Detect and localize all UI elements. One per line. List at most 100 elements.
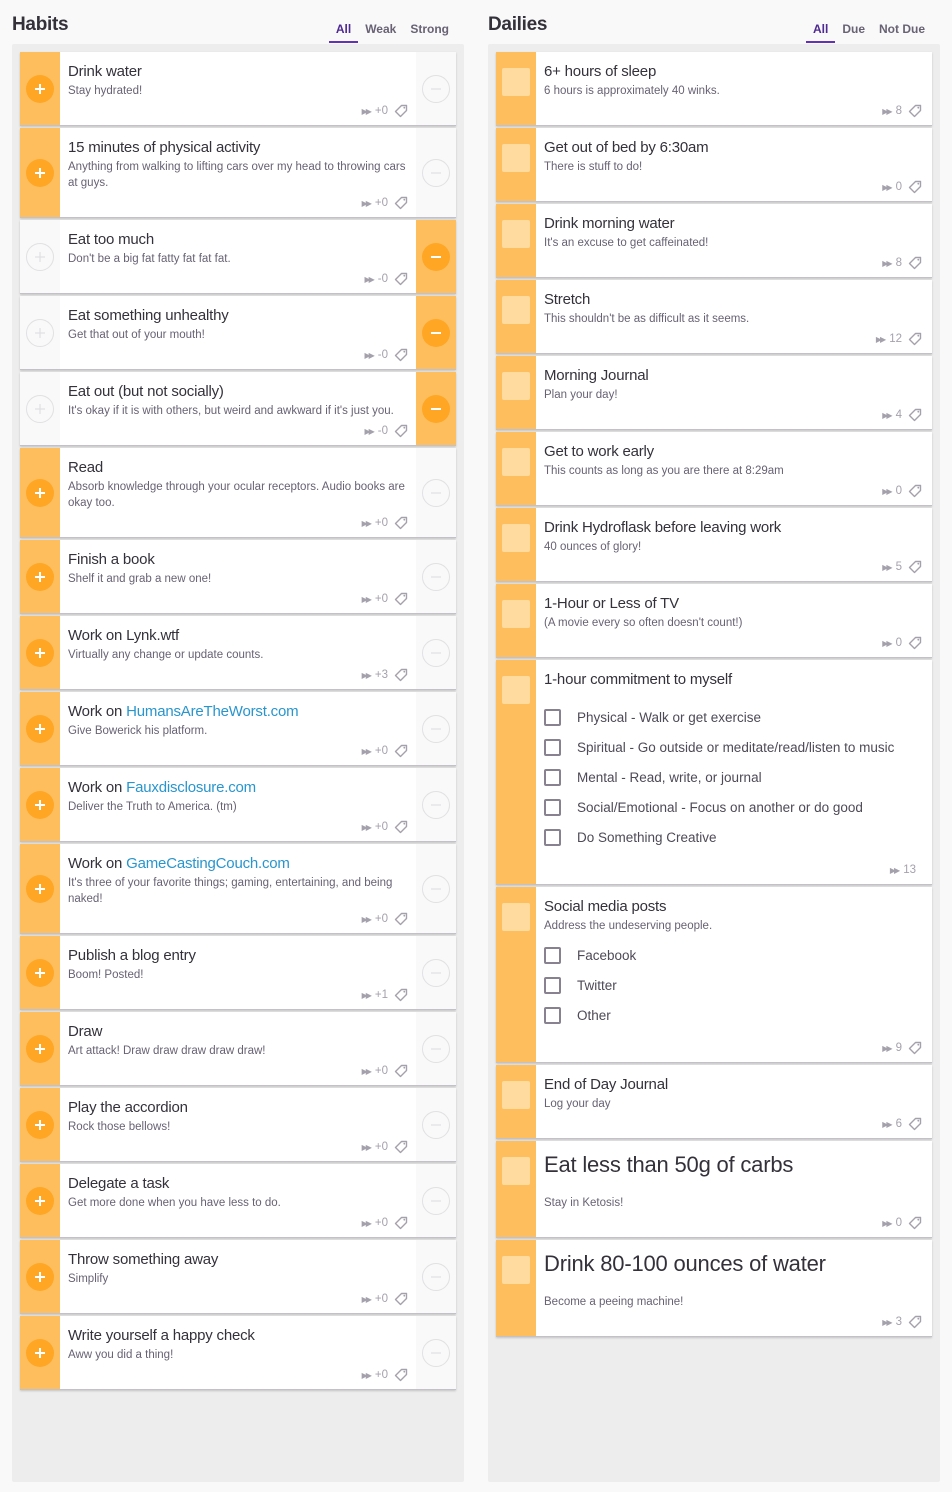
habit-title[interactable]: Draw [68, 1022, 408, 1042]
plus-button[interactable] [26, 874, 54, 903]
habit-title[interactable]: Work on HumansAreTheWorst.com [68, 702, 408, 722]
habit-title[interactable]: Finish a book [68, 550, 408, 570]
habits-filter-weak[interactable]: Weak [358, 22, 403, 42]
tag-icon[interactable] [908, 408, 922, 422]
checklist-item[interactable]: Other [544, 1000, 922, 1030]
minus-button[interactable] [422, 242, 450, 271]
tag-icon[interactable] [908, 1315, 922, 1329]
tag-icon[interactable] [394, 348, 408, 362]
tag-icon[interactable] [394, 912, 408, 926]
plus-button[interactable] [26, 714, 54, 743]
checklist-item[interactable]: Mental - Read, write, or journal [544, 762, 922, 792]
tag-icon[interactable] [908, 484, 922, 498]
daily-title[interactable]: 1-Hour or Less of TV [544, 594, 922, 614]
minus-button[interactable] [422, 1034, 450, 1063]
plus-button[interactable] [26, 242, 54, 271]
checklist-item[interactable]: Spiritual - Go outside or meditate/read/… [544, 732, 922, 762]
tag-icon[interactable] [908, 104, 922, 118]
minus-button[interactable] [422, 394, 450, 423]
minus-button[interactable] [422, 638, 450, 667]
plus-button[interactable] [26, 318, 54, 347]
plus-button[interactable] [26, 562, 54, 591]
minus-button[interactable] [422, 1110, 450, 1139]
plus-button[interactable] [26, 638, 54, 667]
daily-title[interactable]: End of Day Journal [544, 1075, 922, 1095]
checklist-checkbox[interactable] [544, 798, 561, 816]
habit-title-link[interactable]: HumansAreTheWorst.com [126, 703, 298, 720]
daily-title[interactable]: Morning Journal [544, 366, 922, 386]
checklist-checkbox[interactable] [544, 976, 561, 994]
plus-button[interactable] [26, 958, 54, 987]
daily-checkbox[interactable] [502, 1157, 530, 1185]
daily-checkbox[interactable] [502, 676, 530, 704]
minus-button[interactable] [422, 74, 450, 103]
tag-icon[interactable] [908, 256, 922, 270]
plus-button[interactable] [26, 790, 54, 819]
habits-filter-all[interactable]: All [328, 22, 359, 43]
daily-checkbox[interactable] [502, 68, 530, 96]
dailies-filter-due[interactable]: Due [835, 22, 872, 42]
daily-title[interactable]: Social media posts [544, 897, 922, 917]
minus-button[interactable] [422, 714, 450, 743]
tag-icon[interactable] [394, 668, 408, 682]
habit-title[interactable]: 15 minutes of physical activity [68, 138, 408, 158]
minus-button[interactable] [422, 158, 450, 187]
daily-title[interactable]: Stretch [544, 290, 922, 310]
tag-icon[interactable] [394, 516, 408, 530]
minus-button[interactable] [422, 790, 450, 819]
tag-icon[interactable] [908, 560, 922, 574]
tag-icon[interactable] [394, 744, 408, 758]
daily-title[interactable]: Get out of bed by 6:30am [544, 138, 922, 158]
minus-button[interactable] [422, 478, 450, 507]
tag-icon[interactable] [394, 820, 408, 834]
tag-icon[interactable] [394, 196, 408, 210]
daily-checkbox[interactable] [502, 220, 530, 248]
tag-icon[interactable] [394, 1216, 408, 1230]
plus-button[interactable] [26, 1034, 54, 1063]
habit-title-link[interactable]: GameCastingCouch.com [126, 855, 290, 872]
habit-title-link[interactable]: Fauxdisclosure.com [126, 779, 256, 796]
tag-icon[interactable] [394, 1368, 408, 1382]
habit-title[interactable]: Eat too much [68, 230, 408, 250]
daily-checkbox[interactable] [502, 600, 530, 628]
tag-icon[interactable] [394, 592, 408, 606]
minus-button[interactable] [422, 874, 450, 903]
habit-title[interactable]: Drink water [68, 62, 408, 82]
tag-icon[interactable] [908, 180, 922, 194]
plus-button[interactable] [26, 158, 54, 187]
daily-title[interactable]: Drink 80-100 ounces of water [544, 1250, 922, 1278]
daily-checkbox[interactable] [502, 372, 530, 400]
checklist-checkbox[interactable] [544, 1006, 561, 1024]
dailies-filter-not-due[interactable]: Not Due [872, 22, 932, 42]
tag-icon[interactable] [908, 1216, 922, 1230]
checklist-item[interactable]: Social/Emotional - Focus on another or d… [544, 792, 922, 822]
habit-title[interactable]: Work on Fauxdisclosure.com [68, 778, 408, 798]
minus-button[interactable] [422, 562, 450, 591]
daily-checkbox[interactable] [502, 1081, 530, 1109]
tag-icon[interactable] [908, 1117, 922, 1131]
daily-title[interactable]: Drink Hydroflask before leaving work [544, 518, 922, 538]
habit-title[interactable]: Work on Lynk.wtf [68, 626, 408, 646]
daily-checkbox[interactable] [502, 296, 530, 324]
minus-button[interactable] [422, 1262, 450, 1291]
daily-checkbox[interactable] [502, 1256, 530, 1284]
daily-checkbox[interactable] [502, 524, 530, 552]
habit-title[interactable]: Read [68, 458, 408, 478]
tag-icon[interactable] [394, 104, 408, 118]
tag-icon[interactable] [394, 1064, 408, 1078]
checklist-checkbox[interactable] [544, 946, 561, 964]
plus-button[interactable] [26, 1110, 54, 1139]
habit-title[interactable]: Eat something unhealthy [68, 306, 408, 326]
tag-icon[interactable] [908, 1041, 922, 1055]
tag-icon[interactable] [908, 332, 922, 346]
plus-button[interactable] [26, 1338, 54, 1367]
habits-filter-strong[interactable]: Strong [403, 22, 456, 42]
plus-button[interactable] [26, 1186, 54, 1215]
checklist-checkbox[interactable] [544, 738, 561, 756]
tag-icon[interactable] [394, 1140, 408, 1154]
habit-title[interactable]: Eat out (but not socially) [68, 382, 408, 402]
daily-checkbox[interactable] [502, 144, 530, 172]
minus-button[interactable] [422, 958, 450, 987]
habit-title[interactable]: Throw something away [68, 1250, 408, 1270]
daily-title[interactable]: Drink morning water [544, 214, 922, 234]
